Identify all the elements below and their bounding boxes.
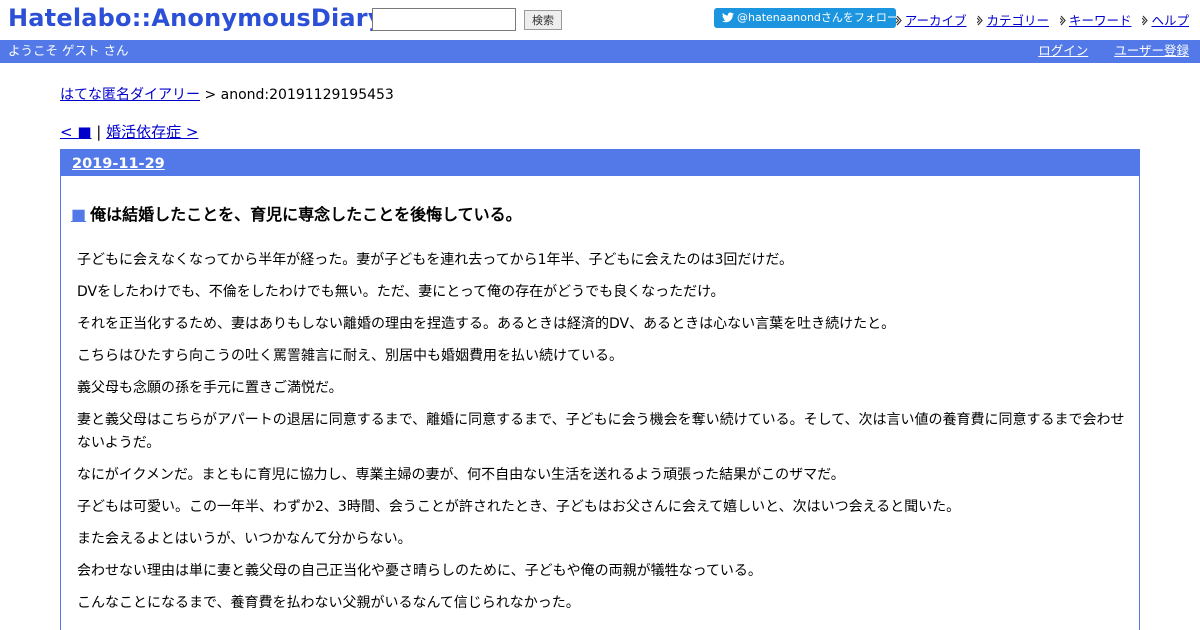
entry-paragraph: 会わせない理由は単に妻と義父母の自己正当化や憂さ晴らしのために、子どもや俺の両親… [77, 563, 762, 579]
day-header: 2019-11-29 [61, 149, 1139, 176]
nav-keyword-link[interactable]: キーワード [1069, 13, 1132, 28]
user-bar: ようこそ ゲスト さん ログイン ユーザー登録 [0, 40, 1200, 63]
entry-paragraph: こちらはひたすら向こうの吐く罵詈雑言に耐え、別居中も婚姻費用を払い続けている。 [77, 348, 623, 364]
breadcrumb-separator: > [200, 87, 221, 103]
entry-paragraph: 妻と義父母はこちらがアパートの退居に同意するまで、離婚に同意するまで、子どもに会… [77, 412, 1125, 451]
double-chevron-icon [895, 15, 902, 26]
prev-entry-link[interactable]: < ■ [60, 123, 92, 141]
twitter-follow-button[interactable]: @hatenaanondさんをフォロー [714, 8, 898, 28]
entry-paragraph: DVをしたわけでも、不倫をしたわけでも無い。ただ、妻にとって俺の存在がどうでも良… [77, 284, 725, 300]
breadcrumb: はてな匿名ダイアリー > anond:20191129195453 [60, 84, 394, 104]
entry-title-text: 俺は結婚したことを、育児に専念したことを後悔している。 [90, 205, 522, 224]
entry-paragraph: こんなことになるまで、養育費を払わない父親がいるなんて信じられなかった。 [77, 595, 580, 611]
entry-date-link[interactable]: 2019-11-29 [72, 156, 165, 172]
pager-separator: | [91, 123, 107, 141]
nav-help[interactable]: ヘルプ [1142, 10, 1189, 29]
nav-category-link[interactable]: カテゴリー [986, 13, 1049, 28]
login-link[interactable]: ログイン [1038, 43, 1088, 58]
entry-paragraph: なにがイクメンだ。まともに育児に協力し、専業主婦の妻が、何不自由ない生活を送れる… [77, 467, 845, 483]
site-header: Hatelabo::AnonymousDiary 検索 @hatenaanond… [0, 0, 1200, 40]
nav-archive[interactable]: アーカイブ [895, 10, 967, 29]
entry-title: ■ 俺は結婚したことを、育児に専念したことを後悔している。 [71, 201, 522, 225]
double-chevron-icon [1142, 15, 1149, 26]
twitter-bird-icon [722, 12, 734, 22]
next-entry-link[interactable]: 婚活依存症 > [106, 123, 198, 141]
nav-category[interactable]: カテゴリー [977, 10, 1049, 29]
double-chevron-icon [1059, 15, 1066, 26]
nav-keyword[interactable]: キーワード [1059, 10, 1132, 29]
entry-paragraph: 義父母も念願の孫を手元に置きご満悦だ。 [77, 380, 343, 396]
welcome-text: ようこそ ゲスト さん [8, 43, 129, 58]
breadcrumb-current: anond:20191129195453 [220, 87, 394, 103]
entry-paragraph: 子どもは可愛い。この一年半、わずか2、3時間、会うことが許されたとき、子どもはお… [77, 499, 961, 515]
site-logo[interactable]: Hatelabo::AnonymousDiary [8, 4, 384, 32]
breadcrumb-root-link[interactable]: はてな匿名ダイアリー [60, 87, 200, 103]
nav-archive-link[interactable]: アーカイブ [905, 13, 967, 28]
entry-paragraph: 子どもに会えなくなってから半年が経った。妻が子どもを連れ去ってから1年半、子ども… [77, 252, 793, 268]
nav-help-link[interactable]: ヘルプ [1151, 13, 1189, 28]
search-input[interactable] [372, 8, 516, 31]
user-links: ログイン ユーザー登録 [1016, 40, 1189, 62]
entry-paragraph: また会えるよとはいうが、いつかなんて分からない。 [77, 531, 412, 547]
twitter-follow-label: @hatenaanondさんをフォロー [737, 11, 898, 24]
entry-pager: < ■ | 婚活依存症 > [60, 121, 198, 142]
entry-body: 子どもに会えなくなってから半年が経った。妻が子どもを連れ去ってから1年半、子ども… [77, 249, 1129, 624]
header-nav: アーカイブ カテゴリー キーワード ヘルプ [889, 10, 1189, 29]
section-anchor-link[interactable]: ■ [71, 205, 86, 224]
double-chevron-icon [977, 15, 984, 26]
diary-entry: 2019-11-29 ■ 俺は結婚したことを、育児に専念したことを後悔している。 … [60, 149, 1140, 630]
entry-paragraph: それを正当化するため、妻はありもしない離婚の理由を捏造する。あるときは経済的DV… [77, 316, 896, 332]
register-link[interactable]: ユーザー登録 [1114, 43, 1189, 58]
search-button[interactable]: 検索 [524, 10, 562, 30]
